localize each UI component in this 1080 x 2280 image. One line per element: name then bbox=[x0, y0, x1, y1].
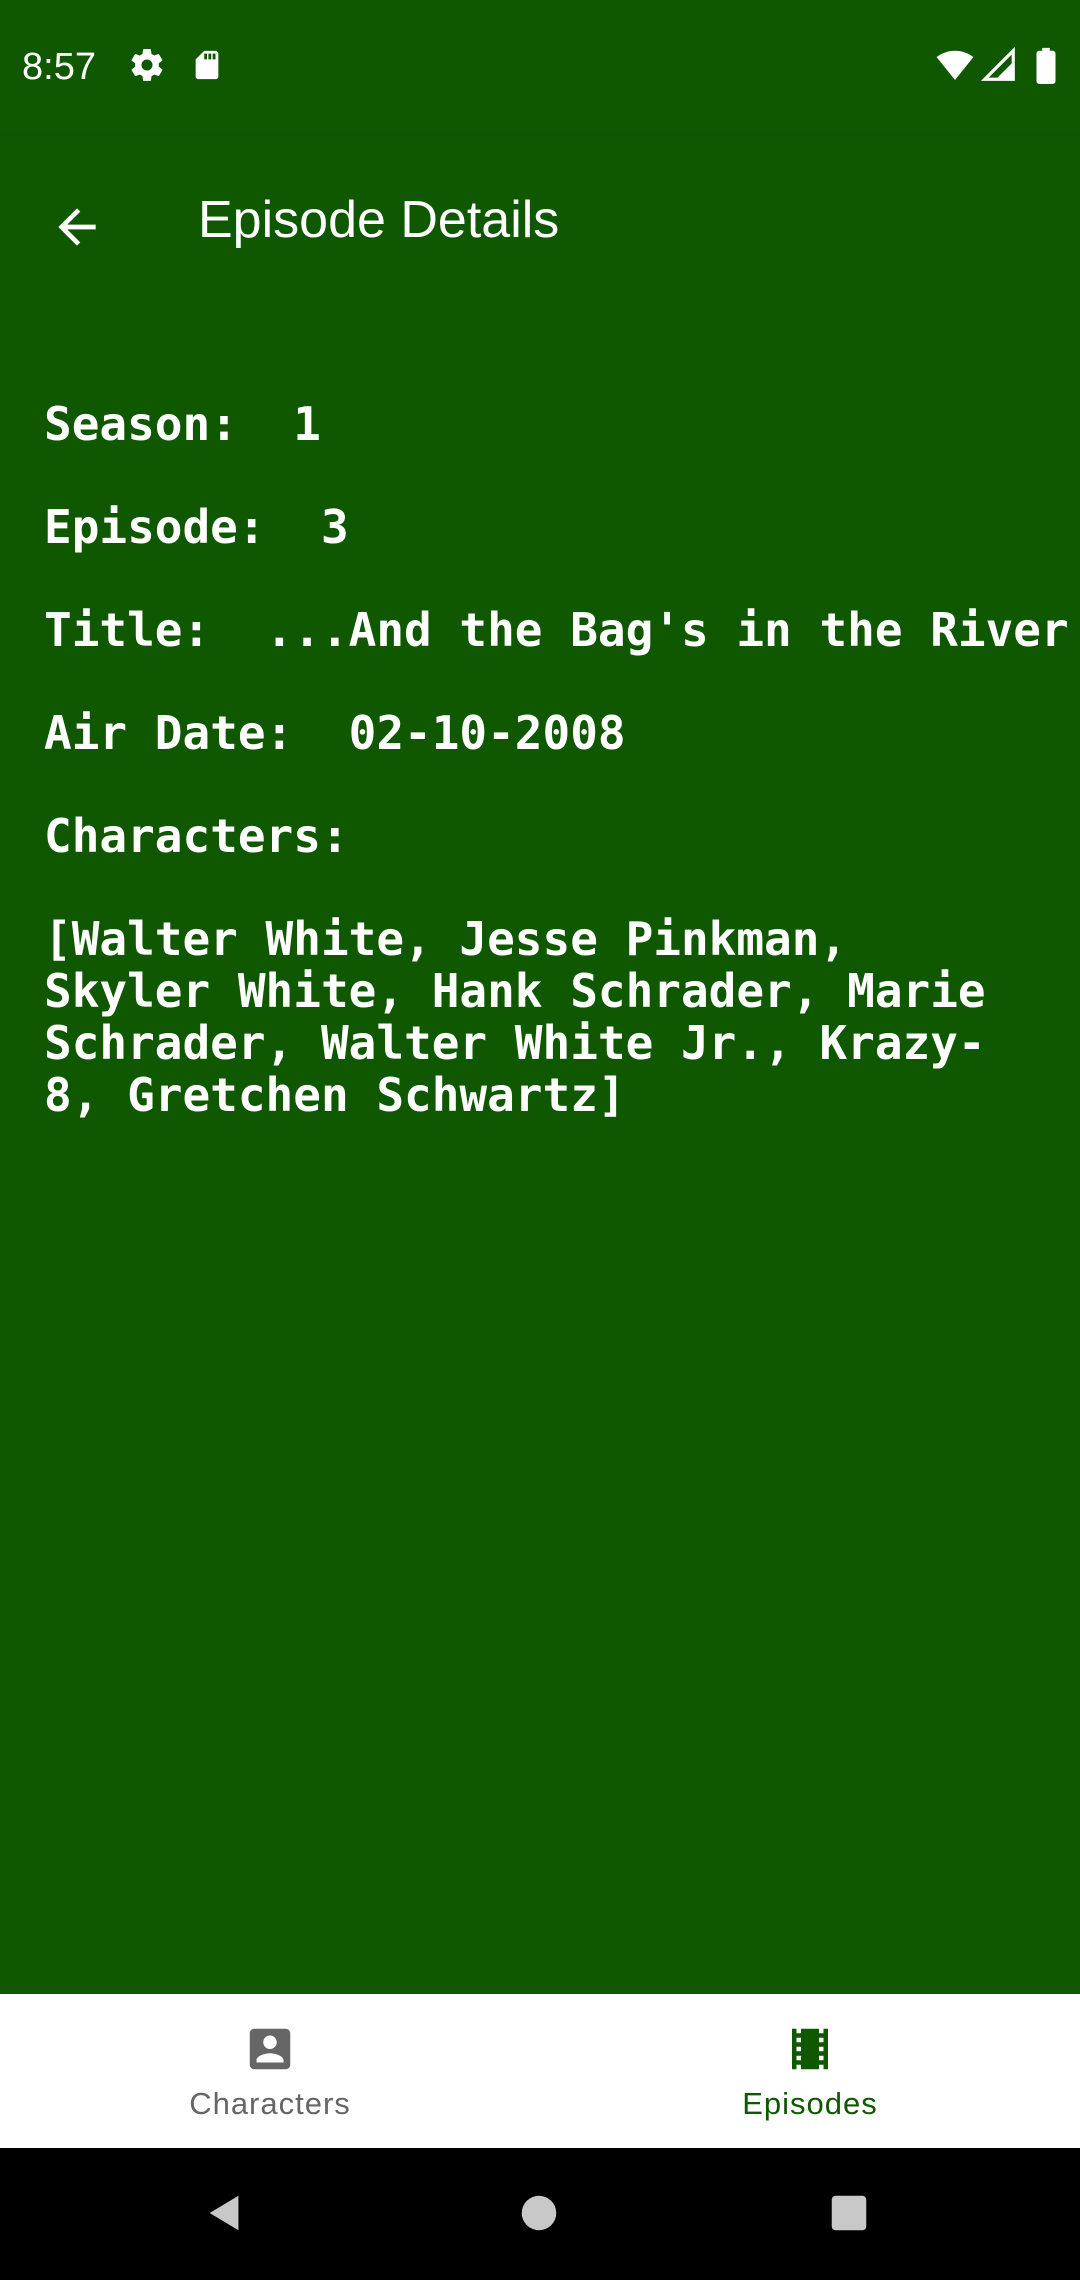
nav-item-episodes[interactable]: Episodes bbox=[540, 1994, 1080, 2148]
title-text: Title: ...And the Bag's in the River bbox=[44, 603, 1069, 657]
nav-label-characters: Characters bbox=[189, 2086, 351, 2121]
wifi-icon bbox=[934, 46, 976, 89]
arrow-back-icon bbox=[49, 199, 105, 260]
page-title: Episode Details bbox=[198, 191, 560, 249]
episode-details: Season: 1 Episode: 3 Title: ...And the B… bbox=[44, 397, 1069, 1122]
bottom-navigation: Characters Episodes bbox=[0, 1994, 1080, 2148]
nav-label-episodes: Episodes bbox=[742, 2086, 878, 2121]
episode-text: Episode: 3 bbox=[44, 500, 349, 554]
person-icon bbox=[243, 2022, 297, 2076]
status-time: 8:57 bbox=[22, 46, 96, 88]
back-triangle-icon[interactable] bbox=[202, 2190, 248, 2241]
film-icon bbox=[783, 2022, 837, 2076]
characters-list: [Walter White, Jesse Pinkman, Skyler Whi… bbox=[44, 912, 986, 1122]
recents-square-icon[interactable] bbox=[826, 2190, 872, 2241]
status-bar: 8:57 bbox=[0, 0, 1080, 136]
system-navigation-bar bbox=[0, 2148, 1080, 2280]
sd-card-icon bbox=[190, 46, 224, 89]
gear-icon bbox=[128, 46, 166, 89]
back-button[interactable] bbox=[32, 184, 122, 274]
season-text: Season: 1 bbox=[44, 397, 321, 451]
battery-icon bbox=[1034, 46, 1058, 89]
characters-label: Characters: bbox=[44, 809, 349, 863]
nav-item-characters[interactable]: Characters bbox=[0, 1994, 540, 2148]
home-circle-icon[interactable] bbox=[516, 2190, 562, 2241]
signal-icon bbox=[980, 46, 1018, 89]
air-date-text: Air Date: 02-10-2008 bbox=[44, 706, 626, 760]
app-bar: Episode Details bbox=[0, 136, 1080, 326]
